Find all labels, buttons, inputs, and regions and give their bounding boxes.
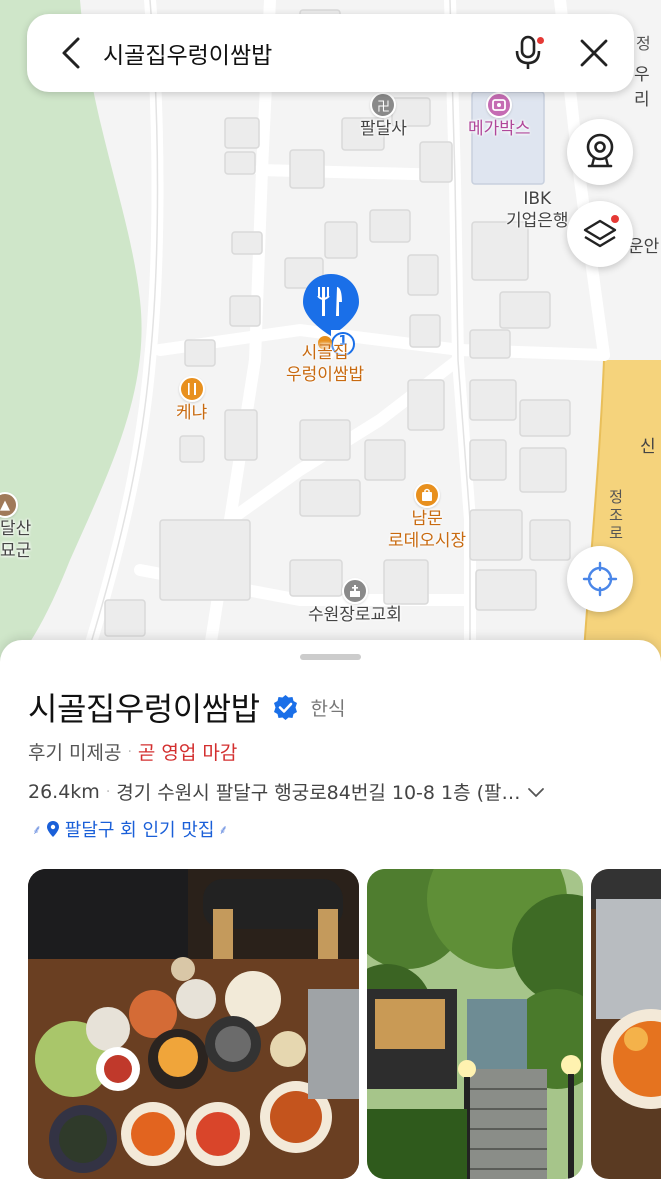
place-name: 시골집우렁이쌈밥	[28, 690, 260, 728]
entrance-photo[interactable]	[367, 869, 583, 1179]
photo-carousel[interactable]	[28, 869, 661, 1181]
back-arrow-icon	[62, 37, 80, 69]
separator-dot: ·	[105, 783, 111, 800]
map-layers-button[interactable]	[567, 201, 633, 267]
verified-badge-icon	[272, 694, 299, 721]
map-view[interactable]: 卍 팔달사 메가박스 IBK 기업은행 1 시골집 우렁이쌈밥 케냐 남문 로데…	[0, 0, 661, 680]
voice-search-button[interactable]	[508, 33, 548, 73]
clear-search-button[interactable]	[574, 33, 614, 73]
landmark-icon: ▲	[0, 492, 18, 518]
poi-ibk[interactable]: IBK 기업은행	[506, 188, 569, 232]
status-row: 후기 미제공 · 곧 영업 마감	[28, 738, 237, 765]
separator-dot: ·	[127, 743, 132, 760]
poi-nammun-market[interactable]: 남문 로데오시장	[388, 482, 466, 552]
location-pin-icon	[46, 821, 59, 837]
popular-badge[interactable]: ⸙ 팔달구 회 인기 맛집 ⸙	[28, 816, 232, 842]
laurel-left-icon: ⸙	[32, 823, 42, 838]
close-icon	[580, 39, 608, 67]
address: 경기 수원시 팔달구 행궁로84번길 10-8 1층 (팔…	[116, 782, 521, 804]
notification-dot	[611, 215, 619, 223]
poi-church[interactable]: 수원장로교회	[308, 578, 402, 626]
notification-dot	[537, 37, 544, 44]
edge-label: 정	[636, 34, 651, 53]
search-query[interactable]: 시골집우렁이쌈밥	[103, 36, 508, 70]
back-button[interactable]	[51, 33, 91, 73]
laurel-right-icon: ⸙	[218, 823, 229, 838]
poi-paldalsa[interactable]: 卍 팔달사	[360, 92, 407, 140]
street-view-icon	[586, 133, 614, 168]
poi-selected-restaurant[interactable]: 시골집 우렁이쌈밥	[286, 336, 364, 386]
poi-label: 우렁이쌈밥	[286, 365, 365, 385]
hours-status[interactable]: 곧 영업 마감	[138, 738, 237, 765]
place-title-row: 시골집우렁이쌈밥 한식	[28, 684, 346, 730]
my-location-button[interactable]	[567, 546, 633, 612]
poi-tomb[interactable]: ▲ 달산 묘군	[0, 492, 31, 562]
street-view-button[interactable]	[567, 119, 633, 185]
poi-label: IBK	[523, 189, 552, 209]
poi-label: 수원장로교회	[308, 605, 402, 625]
entrance-image	[367, 869, 583, 1179]
poi-label: 시골집	[301, 343, 349, 363]
poi-kenya[interactable]: 케냐	[176, 376, 207, 424]
poi-label: 메가박스	[468, 119, 531, 139]
place-category: 한식	[310, 697, 346, 720]
popular-badge-label: 팔달구 회 인기 맛집	[64, 820, 215, 841]
dish-photo[interactable]	[591, 869, 661, 1179]
sheet-drag-handle[interactable]	[300, 654, 361, 660]
poi-label: 기업은행	[506, 211, 569, 231]
road-label: 정조로	[609, 488, 623, 542]
poi-label: 팔달사	[360, 119, 407, 139]
poi-label: 묘군	[0, 541, 32, 561]
poi-label: 로데오시장	[388, 531, 467, 551]
dish-image	[591, 869, 661, 1179]
address-row[interactable]: 26.4km · 경기 수원시 팔달구 행궁로84번길 10-8 1층 (팔…	[28, 778, 648, 805]
poi-label: 달산	[0, 519, 32, 539]
crosshair-icon	[582, 561, 618, 597]
place-detail-sheet[interactable]: 시골집우렁이쌈밥 한식 후기 미제공 · 곧 영업 마감 26.4km · 경기…	[0, 640, 661, 1200]
review-status: 후기 미제공	[28, 742, 122, 764]
chevron-down-icon[interactable]	[527, 781, 545, 803]
food-table-photo[interactable]	[28, 869, 359, 1179]
distance: 26.4km	[28, 780, 100, 803]
poi-megabox[interactable]: 메가박스	[468, 92, 531, 140]
shopping-icon	[414, 482, 441, 508]
church-icon	[341, 578, 368, 604]
poi-label: 남문	[411, 509, 443, 529]
search-bar[interactable]: 시골집우렁이쌈밥	[27, 14, 634, 92]
poi-label: 케냐	[176, 403, 208, 423]
cinema-icon	[486, 92, 513, 118]
restaurant-icon	[178, 376, 205, 402]
edge-label: 신	[640, 437, 656, 457]
edge-label: 우리	[634, 65, 650, 110]
food-table-image	[28, 869, 359, 1179]
temple-icon: 卍	[370, 92, 397, 118]
